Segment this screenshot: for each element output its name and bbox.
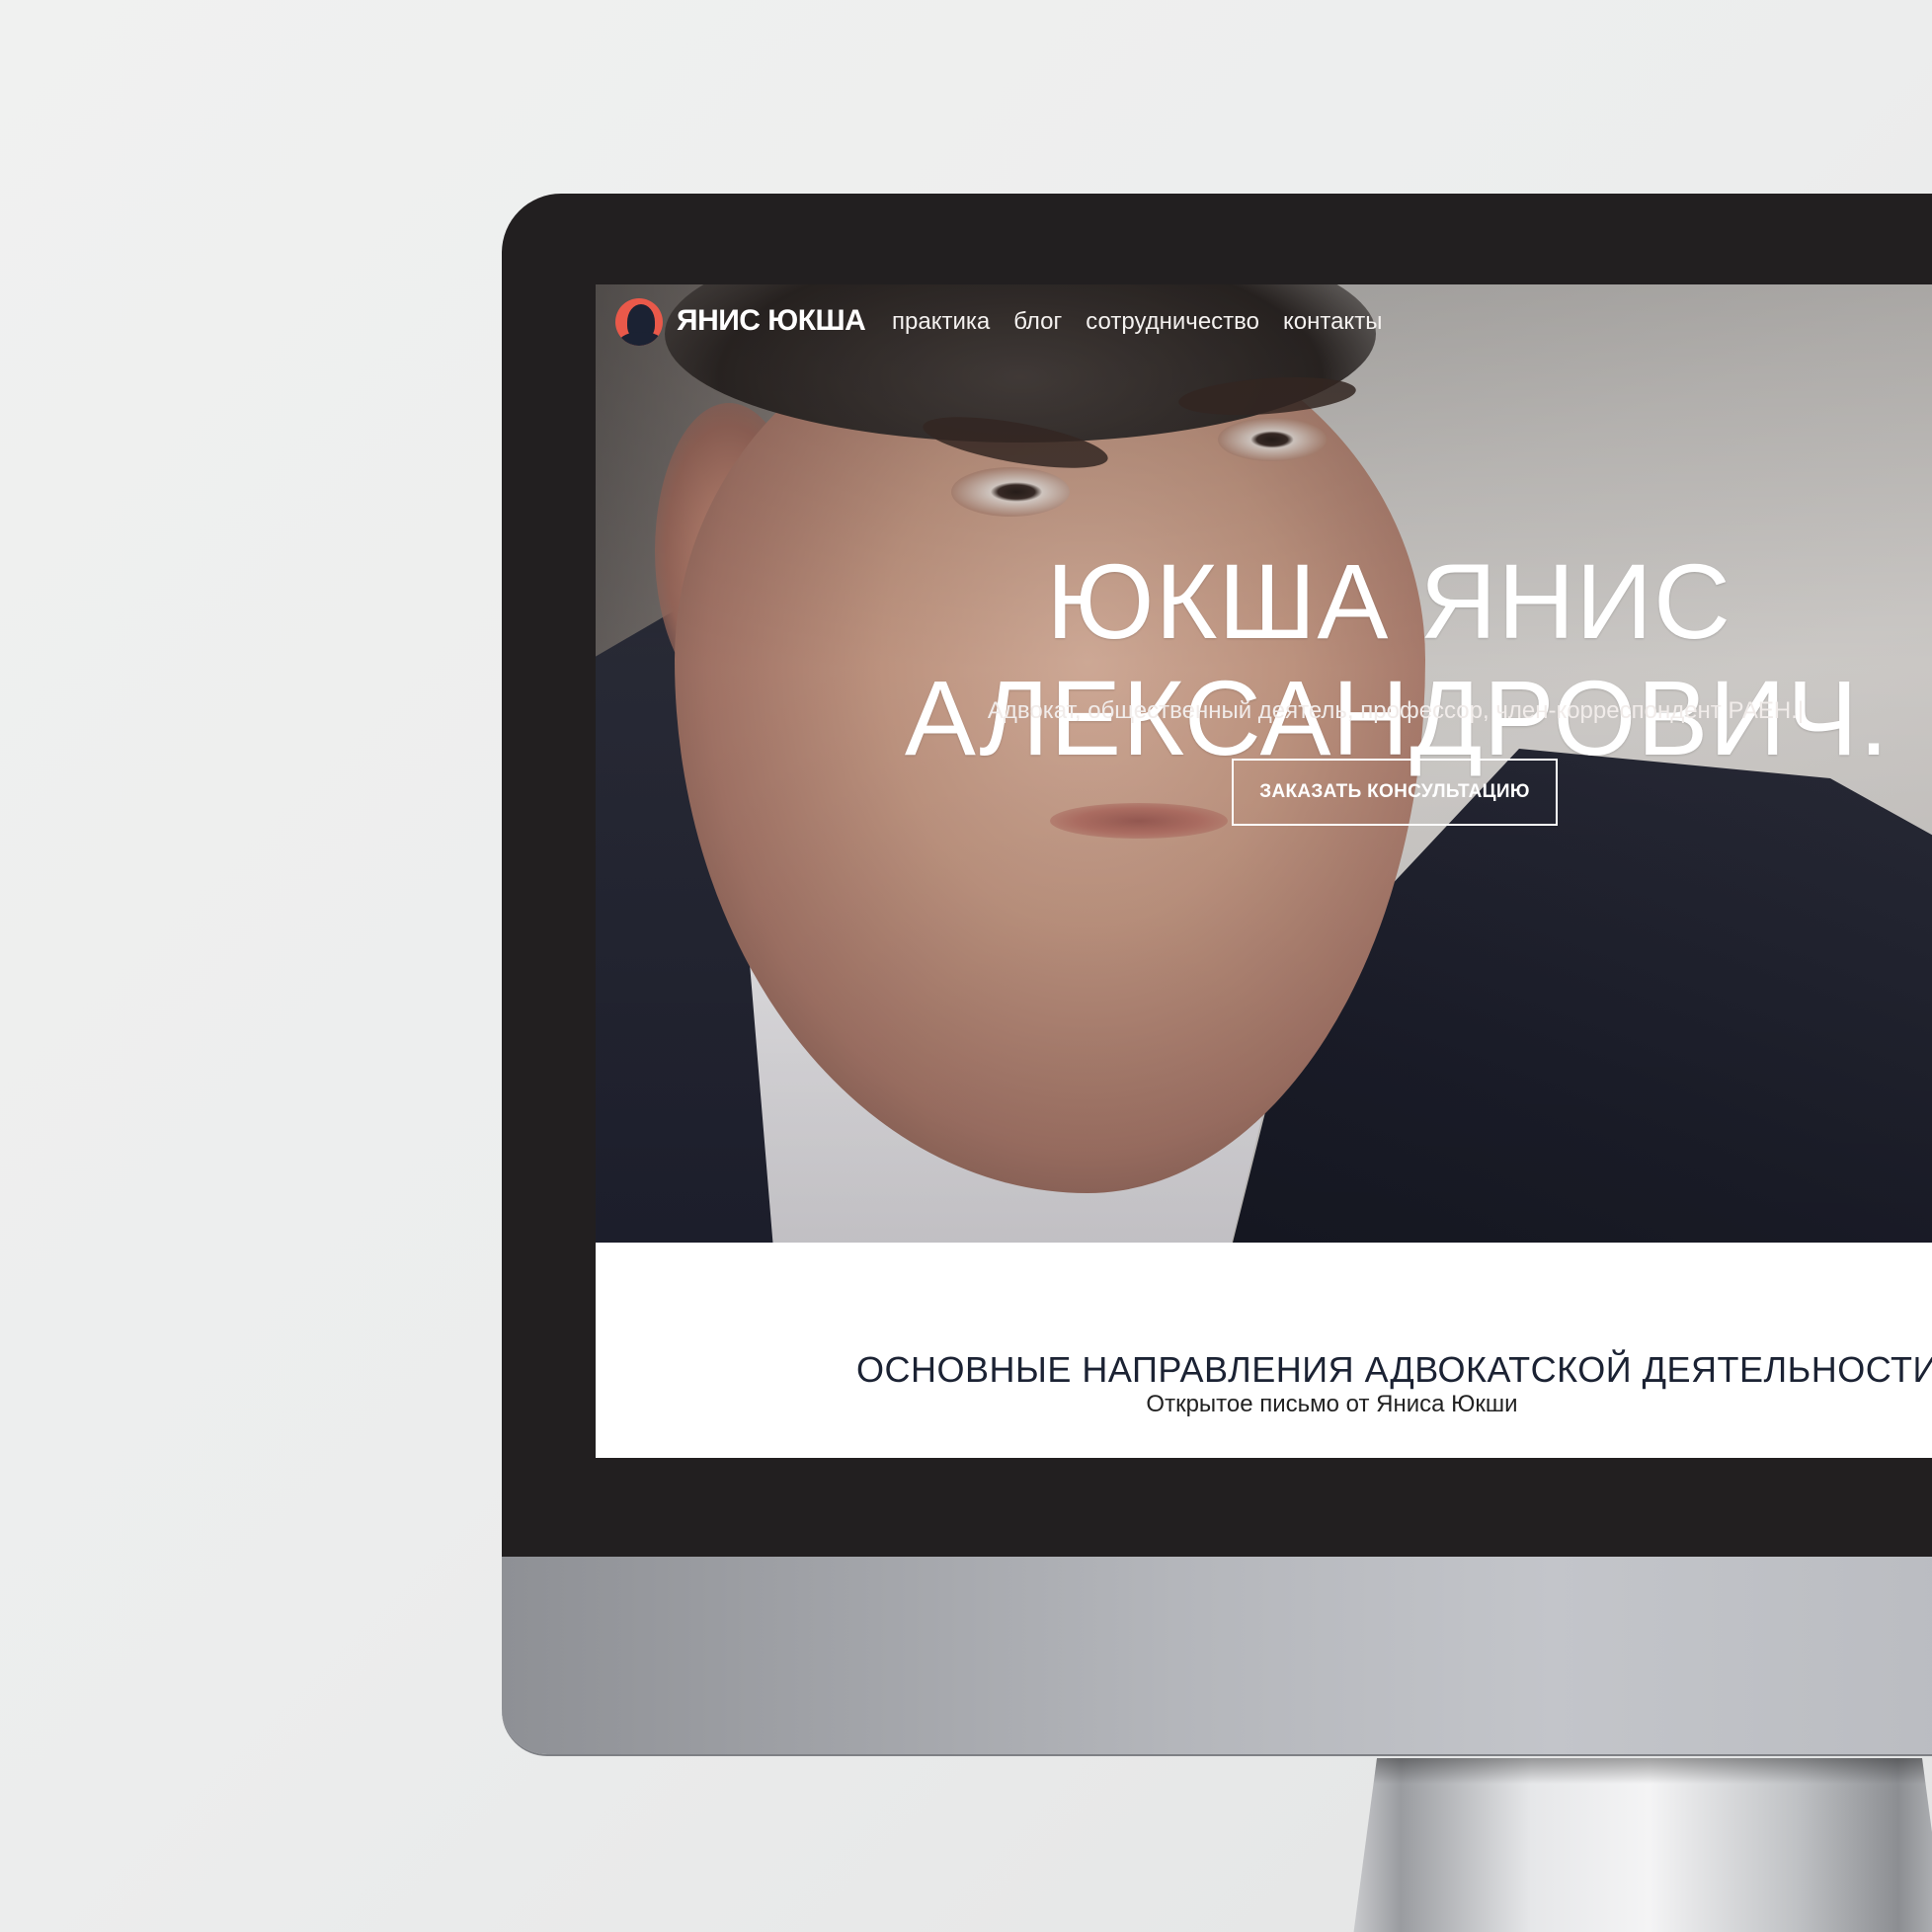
logo-body-shape (619, 332, 663, 346)
nav-link-cooperation[interactable]: сотрудничество (1086, 308, 1259, 336)
monitor-bezel: ЯНИС ЮКША практика блог сотрудничество к… (502, 194, 1932, 1557)
mockup-background: ЯНИС ЮКША практика блог сотрудничество к… (0, 0, 1932, 1932)
main-menu: практика блог сотрудничество контакты (892, 308, 1382, 336)
monitor: ЯНИС ЮКША практика блог сотрудничество к… (502, 194, 1932, 1756)
hero-title: ЮКША ЯНИС АЛЕКСАНДРОВИЧ. (843, 543, 1890, 776)
hero-section: ЯНИС ЮКША практика блог сотрудничество к… (596, 284, 1932, 1243)
website-screen: ЯНИС ЮКША практика блог сотрудничество к… (596, 284, 1932, 1458)
portrait-logo-icon[interactable] (615, 298, 663, 346)
monitor-stand (1353, 1758, 1932, 1932)
brand-name[interactable]: ЯНИС ЮКША (677, 304, 866, 338)
hero-title-line-1: ЮКША ЯНИС (1046, 541, 1731, 662)
section-title: ОСНОВНЫЕ НАПРАВЛЕНИЯ АДВОКАТСКОЙ ДЕЯТЕЛЬ… (856, 1348, 1932, 1390)
monitor-chin (502, 1557, 1932, 1754)
practice-areas-section: ОСНОВНЫЕ НАПРАВЛЕНИЯ АДВОКАТСКОЙ ДЕЯТЕЛЬ… (596, 1243, 1932, 1458)
order-consultation-button[interactable]: ЗАКАЗАТЬ КОНСУЛЬТАЦИЮ (1232, 759, 1558, 826)
nav-link-practice[interactable]: практика (892, 308, 990, 336)
nav-link-blog[interactable]: блог (1013, 308, 1062, 336)
nav-link-contacts[interactable]: контакты (1283, 308, 1382, 336)
top-navbar: ЯНИС ЮКША практика блог сотрудничество к… (596, 284, 1932, 356)
open-letter-link[interactable]: Открытое письмо от Яниса Юкши (596, 1391, 1932, 1418)
hero-subtitle: Адвокат, общественный деятель, профессор… (987, 697, 1805, 724)
